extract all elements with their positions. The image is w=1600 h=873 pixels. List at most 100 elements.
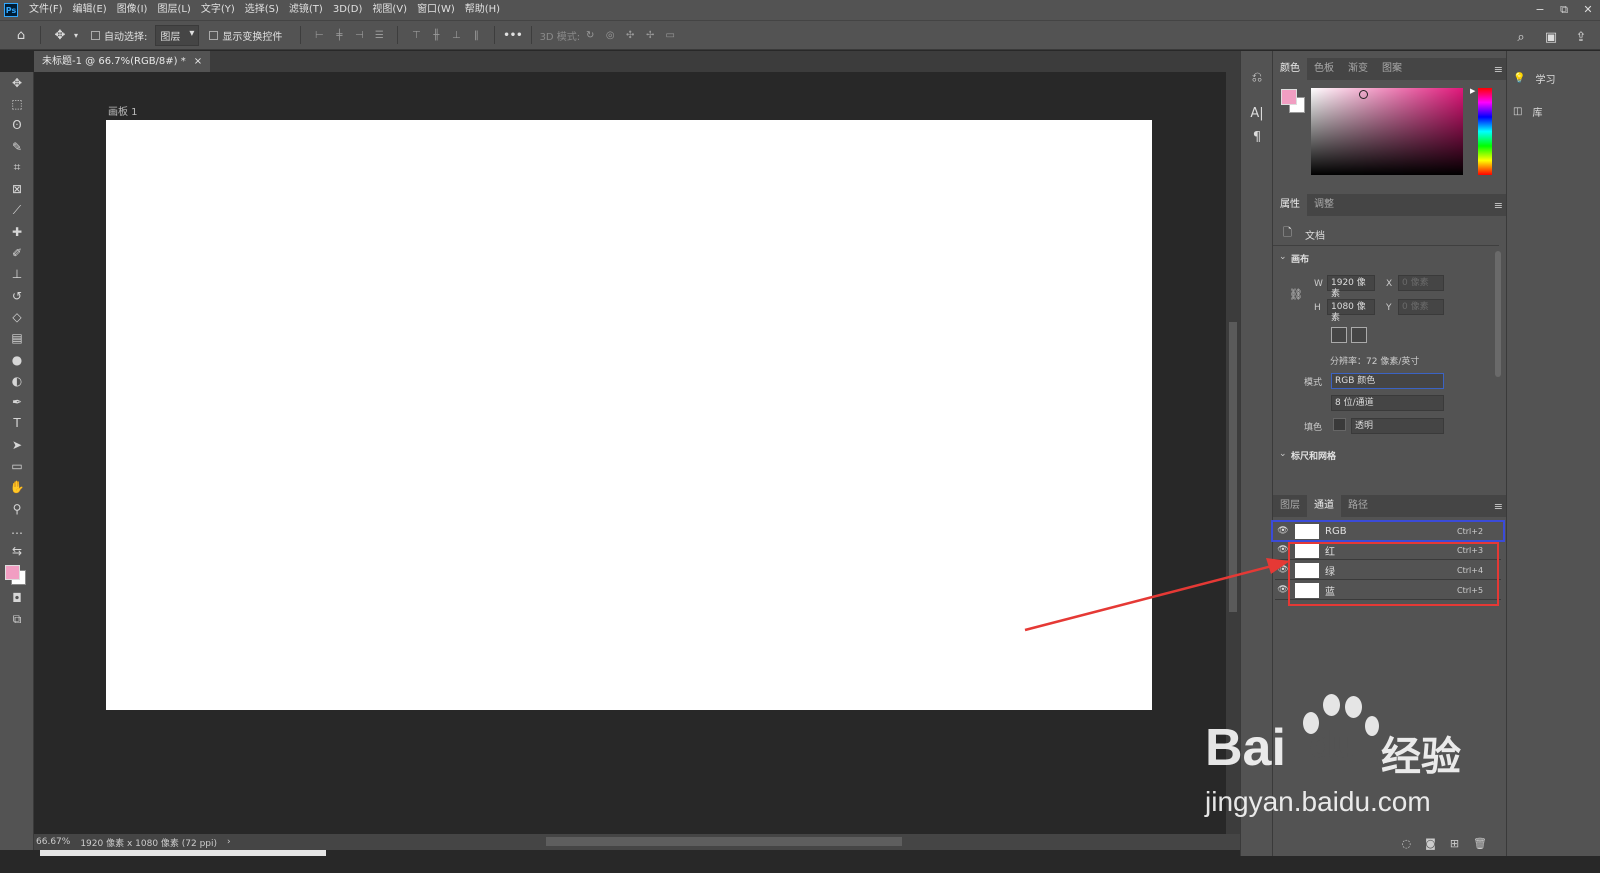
- rulers-grid-section-title[interactable]: 标尺和网格: [1291, 449, 1336, 462]
- color-picker-cursor[interactable]: [1359, 90, 1368, 99]
- artboard-canvas[interactable]: [106, 120, 1152, 710]
- tab-layers[interactable]: 图层: [1273, 495, 1307, 517]
- zoom-tool-icon[interactable]: ⚲: [0, 498, 34, 519]
- history-brush-tool-icon[interactable]: ↺: [0, 285, 34, 306]
- menu-window[interactable]: 窗口(W): [412, 0, 460, 20]
- foreground-color-swatch[interactable]: [1281, 89, 1297, 105]
- align-right-icon[interactable]: ⊣: [349, 26, 369, 44]
- menu-image[interactable]: 图像(I): [112, 0, 153, 20]
- horizontal-scroll-thumb[interactable]: [546, 837, 902, 846]
- paragraph-icon[interactable]: ¶: [1241, 125, 1273, 149]
- search-icon[interactable]: ⌕: [1510, 26, 1532, 48]
- tab-adjustments[interactable]: 调整: [1307, 194, 1341, 216]
- restore-button[interactable]: ⧉: [1552, 0, 1576, 20]
- mode-select[interactable]: RGB 颜色: [1331, 373, 1444, 389]
- foreground-color-swatch[interactable]: [5, 564, 20, 580]
- workspace-icon[interactable]: ▣: [1540, 26, 1562, 48]
- more-tools-icon[interactable]: …: [0, 519, 34, 540]
- hand-tool-icon[interactable]: ✋: [0, 477, 34, 498]
- scroll-thumb[interactable]: [1229, 322, 1237, 612]
- tab-color[interactable]: 颜色: [1273, 58, 1307, 80]
- load-selection-icon[interactable]: ◌: [1402, 837, 1412, 850]
- distribute-vertical-icon[interactable]: ‖: [466, 26, 486, 44]
- home-icon[interactable]: ⌂: [10, 24, 32, 46]
- distribute-icon[interactable]: ☰: [369, 26, 389, 44]
- character-icon[interactable]: A|: [1241, 101, 1273, 125]
- gradient-tool-icon[interactable]: ▤: [0, 328, 34, 349]
- vertical-scrollbar[interactable]: [1226, 72, 1240, 834]
- healing-brush-tool-icon[interactable]: ✚: [0, 221, 34, 242]
- share-icon[interactable]: ⇪: [1570, 26, 1592, 48]
- frame-tool-icon[interactable]: ⊠: [0, 178, 34, 199]
- menu-file[interactable]: 文件(F): [24, 0, 68, 20]
- color-swatches[interactable]: [0, 562, 34, 588]
- eraser-tool-icon[interactable]: ◇: [0, 306, 34, 327]
- tab-gradients[interactable]: 渐变: [1341, 58, 1375, 80]
- panel-menu-icon[interactable]: ≡: [1494, 500, 1503, 513]
- status-arrow-icon[interactable]: ›: [227, 837, 231, 847]
- more-options-button[interactable]: •••: [503, 30, 522, 41]
- quick-select-tool-icon[interactable]: ✎: [0, 136, 34, 157]
- eyedropper-tool-icon[interactable]: ⟋: [0, 200, 34, 221]
- menu-filter[interactable]: 滤镜(T): [284, 0, 328, 20]
- tab-paths[interactable]: 路径: [1341, 495, 1375, 517]
- width-field[interactable]: 1920 像素: [1327, 275, 1375, 299]
- document-tab[interactable]: 未标题-1 @ 66.7%(RGB/8#) * ×: [34, 51, 211, 72]
- menu-select[interactable]: 选择(S): [240, 0, 284, 20]
- screen-mode-icon[interactable]: ⧉: [0, 609, 34, 630]
- chevron-down-icon[interactable]: ⌄: [1279, 252, 1287, 262]
- align-vcenter-icon[interactable]: ╫: [426, 26, 446, 44]
- align-bottom-icon[interactable]: ⊥: [446, 26, 466, 44]
- hue-slider[interactable]: [1478, 88, 1492, 175]
- close-button[interactable]: ✕: [1576, 0, 1600, 20]
- properties-scrollbar[interactable]: [1495, 251, 1501, 377]
- history-icon[interactable]: ⎌: [1241, 65, 1273, 89]
- height-field[interactable]: 1080 像素: [1327, 299, 1375, 323]
- dodge-tool-icon[interactable]: ◐: [0, 370, 34, 391]
- move-tool-icon[interactable]: ✥: [0, 72, 34, 93]
- tab-swatches[interactable]: 色板: [1307, 58, 1341, 80]
- tab-channels[interactable]: 通道: [1307, 495, 1341, 517]
- swap-colors-icon[interactable]: ⇆: [0, 541, 34, 562]
- menu-type[interactable]: 文字(Y): [196, 0, 240, 20]
- close-tab-icon[interactable]: ×: [194, 51, 202, 72]
- zoom-level[interactable]: 66.67%: [36, 837, 70, 847]
- menu-view[interactable]: 视图(V): [367, 0, 412, 20]
- brush-tool-icon[interactable]: ✐: [0, 242, 34, 263]
- artboard-label[interactable]: 画板 1: [108, 103, 138, 118]
- color-picker-field[interactable]: [1311, 88, 1463, 175]
- landscape-orientation-icon[interactable]: [1351, 327, 1367, 343]
- learn-button[interactable]: 💡 学习: [1513, 67, 1597, 89]
- panel-menu-icon[interactable]: ≡: [1494, 199, 1503, 212]
- align-hcenter-icon[interactable]: ╪: [329, 26, 349, 44]
- canvas-section-title[interactable]: 画布: [1291, 252, 1309, 265]
- menu-3d[interactable]: 3D(D): [328, 0, 368, 20]
- blur-tool-icon[interactable]: ●: [0, 349, 34, 370]
- path-select-tool-icon[interactable]: ➤: [0, 434, 34, 455]
- minimize-button[interactable]: −: [1528, 0, 1552, 20]
- layer-select[interactable]: 图层 ▾: [155, 24, 200, 46]
- show-transform-checkbox[interactable]: [209, 30, 219, 40]
- delete-channel-icon[interactable]: 🗑: [1473, 837, 1487, 850]
- type-tool-icon[interactable]: T: [0, 413, 34, 434]
- menu-edit[interactable]: 编辑(E): [68, 0, 112, 20]
- stamp-tool-icon[interactable]: ⊥: [0, 264, 34, 285]
- auto-select-checkbox[interactable]: [91, 30, 100, 40]
- menu-layer[interactable]: 图层(L): [152, 0, 195, 20]
- link-icon[interactable]: ⛓: [1289, 288, 1303, 301]
- menu-help[interactable]: 帮助(H): [460, 0, 505, 20]
- chevron-down-icon[interactable]: ▾: [71, 24, 81, 46]
- hue-slider-arrow-icon[interactable]: ▶: [1470, 87, 1475, 95]
- align-left-icon[interactable]: ⊢: [309, 26, 329, 44]
- chevron-down-icon[interactable]: ⌄: [1279, 449, 1287, 459]
- rectangle-tool-icon[interactable]: ▭: [0, 455, 34, 476]
- move-tool-icon[interactable]: ✥: [49, 24, 71, 46]
- libraries-button[interactable]: ◫ 库: [1513, 100, 1597, 122]
- pen-tool-icon[interactable]: ✒: [0, 391, 34, 412]
- quick-mask-icon[interactable]: ◘: [0, 588, 34, 609]
- new-channel-icon[interactable]: ⊞: [1450, 837, 1459, 850]
- fill-color-swatch[interactable]: [1333, 418, 1346, 431]
- align-top-icon[interactable]: ⊤: [406, 26, 426, 44]
- tab-properties[interactable]: 属性: [1273, 194, 1307, 216]
- fill-select[interactable]: 透明: [1351, 418, 1444, 434]
